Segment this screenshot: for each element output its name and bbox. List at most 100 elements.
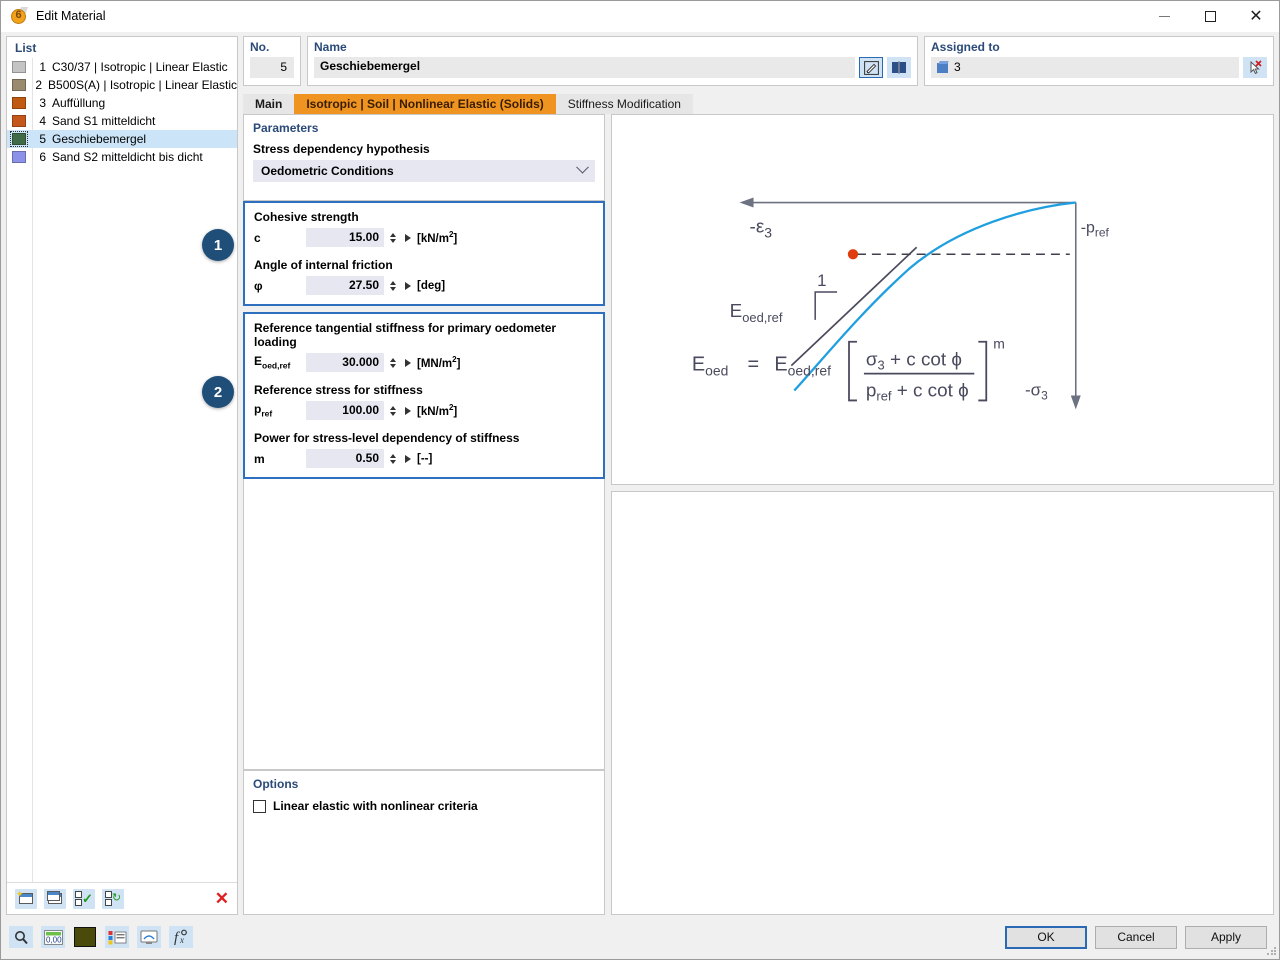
left-column: Parameters Stress dependency hypothesis …: [202, 114, 605, 915]
bottom-bar: 0,00 f x OK Cancel Apply: [1, 915, 1279, 959]
resize-grip[interactable]: [1266, 946, 1276, 956]
svg-text:0,00: 0,00: [46, 935, 62, 944]
edit-name-icon[interactable]: [859, 57, 883, 78]
list-item-selected[interactable]: 5 Geschiebemergel: [7, 130, 237, 148]
eoed-ref-row: Eoed,ref 30.000 [MN/m2]: [254, 353, 594, 372]
assigned-field[interactable]: 3: [931, 57, 1239, 78]
eoed-ref-label: Reference tangential stiffness for prima…: [254, 321, 557, 349]
svg-text:1: 1: [817, 271, 826, 290]
pref-row: pref 100.00 [kN/m2]: [254, 401, 594, 420]
list-item-label: Auffüllung: [52, 96, 106, 110]
tab-main[interactable]: Main: [243, 94, 295, 114]
cancel-button[interactable]: Cancel: [1095, 925, 1177, 949]
list-item-number: 1: [39, 60, 46, 74]
stiffness-parameters-group: 2 Reference tangential stiffness for pri…: [202, 312, 605, 479]
parameters-title: Parameters: [253, 121, 319, 135]
svg-text:σ3 + c cot ϕ: σ3 + c cot ϕ: [866, 350, 962, 373]
friction-angle-input[interactable]: 27.50: [306, 276, 384, 295]
parameters-card: Parameters Stress dependency hypothesis …: [243, 114, 605, 201]
list-item-number: 6: [39, 150, 46, 164]
power-m-unit: [--]: [417, 452, 433, 465]
list-item[interactable]: 6 Sand S2 mitteldicht bis dicht: [7, 148, 237, 166]
numeric-format-icon[interactable]: 0,00: [41, 926, 65, 948]
function-icon[interactable]: f x: [169, 926, 193, 948]
material-color-swatch: [10, 131, 28, 147]
color-swatch-icon[interactable]: [73, 926, 97, 948]
tab-isotropic-soil-nonlinear-elastic[interactable]: Isotropic | Soil | Nonlinear Elastic (So…: [294, 94, 556, 114]
svg-text:-σ3: -σ3: [1025, 380, 1048, 402]
tab-stiffness-modification[interactable]: Stiffness Modification: [555, 94, 693, 114]
pref-label: Reference stress for stiffness: [254, 383, 423, 397]
search-magnifier-icon[interactable]: [9, 926, 33, 948]
refresh-selection-icon[interactable]: ↻: [102, 888, 124, 909]
list-rows: 1 C30/37 | Isotropic | Linear Elastic 2 …: [7, 58, 237, 166]
oedometer-diagram: -ε3 -pref -σ3 1 Eoed,ref Eoed = Eoed,ref…: [611, 114, 1274, 485]
list-item[interactable]: 4 Sand S1 mitteldicht: [7, 112, 237, 130]
cohesive-strength-input[interactable]: 15.00: [306, 228, 384, 247]
cohesive-strength-stepper[interactable]: [390, 232, 399, 243]
legend-icon[interactable]: [105, 926, 129, 948]
pref-symbol: pref: [254, 402, 273, 419]
right-column: -ε3 -pref -σ3 1 Eoed,ref Eoed = Eoed,ref…: [611, 114, 1274, 915]
linear-elastic-label: Linear elastic with nonlinear criteria: [273, 799, 478, 813]
maximize-button[interactable]: [1187, 1, 1233, 32]
close-icon[interactable]: ✕: [1233, 1, 1279, 32]
eoed-ref-unit: [MN/m2]: [417, 355, 461, 370]
power-m-input[interactable]: 0.50: [306, 449, 384, 468]
list-item[interactable]: 2 B500S(A) | Isotropic | Linear Elastic: [7, 76, 237, 94]
linear-elastic-option-row[interactable]: Linear elastic with nonlinear criteria: [253, 799, 595, 813]
main-panel: No. 5 Name Geschiebemergel Assigned to 3…: [202, 36, 1274, 915]
left-column-filler: [243, 479, 605, 770]
pref-stepper[interactable]: [390, 405, 399, 416]
check-selection-icon[interactable]: ✓: [73, 888, 95, 909]
pick-objects-icon[interactable]: [1243, 57, 1267, 78]
window-controls: ✕: [1141, 1, 1279, 32]
new-material-icon[interactable]: ✦: [15, 888, 37, 909]
friction-angle-unit: [deg]: [417, 279, 446, 292]
eoed-ref-symbol: Eoed,ref: [254, 354, 291, 371]
linear-elastic-checkbox[interactable]: [253, 799, 266, 813]
list-item[interactable]: 3 Auffüllung: [7, 94, 237, 112]
friction-angle-label: Angle of internal friction: [254, 258, 393, 272]
list-item-label: C30/37 | Isotropic | Linear Elastic: [52, 60, 228, 74]
strength-parameters-group: 1 Cohesive strength c 15.00 [kN/m2] Angl…: [202, 201, 605, 306]
assigned-group: Assigned to 3: [924, 36, 1274, 86]
cohesive-strength-expand-icon[interactable]: [405, 233, 411, 242]
badge-2: 2: [202, 376, 234, 408]
material-color-swatch: [12, 61, 26, 73]
eoed-ref-stepper[interactable]: [390, 357, 399, 368]
duplicate-material-icon[interactable]: [44, 888, 66, 909]
eoed-ref-input[interactable]: 30.000: [306, 353, 384, 372]
power-m-expand-icon[interactable]: [405, 454, 411, 463]
eoed-ref-expand-icon[interactable]: [405, 358, 411, 367]
svg-text:Eoed: Eoed: [692, 354, 728, 379]
apply-button[interactable]: Apply: [1185, 925, 1267, 949]
minimize-button[interactable]: [1141, 1, 1187, 32]
hypothesis-value: Oedometric Conditions: [261, 164, 394, 178]
cohesive-strength-unit: [kN/m2]: [417, 230, 458, 245]
pref-input[interactable]: 100.00: [306, 401, 384, 420]
name-group: Name Geschiebemergel: [307, 36, 918, 86]
delete-material-icon[interactable]: ✕: [215, 890, 229, 907]
pref-unit: [kN/m2]: [417, 403, 458, 418]
svg-text:-ε3: -ε3: [750, 216, 773, 240]
list-item-number: 4: [39, 114, 46, 128]
name-input[interactable]: Geschiebemergel: [314, 57, 855, 78]
name-legend: Name: [314, 40, 347, 54]
friction-angle-stepper[interactable]: [390, 280, 399, 291]
number-group: No. 5: [243, 36, 301, 86]
material-list-panel: List 1 C30/37 | Isotropic | Linear Elast…: [6, 36, 238, 915]
display-icon[interactable]: [137, 926, 161, 948]
cohesive-strength-row: c 15.00 [kN/m2]: [254, 228, 594, 247]
friction-angle-expand-icon[interactable]: [405, 281, 411, 290]
number-field: 5: [250, 57, 294, 78]
material-sphere-icon: [10, 7, 28, 25]
stress-dependency-hypothesis-select[interactable]: Oedometric Conditions: [253, 160, 595, 182]
list-item[interactable]: 1 C30/37 | Isotropic | Linear Elastic: [7, 58, 237, 76]
ok-button[interactable]: OK: [1005, 925, 1087, 949]
power-m-stepper[interactable]: [390, 453, 399, 464]
pref-expand-icon[interactable]: [405, 406, 411, 415]
chevron-down-icon: [576, 160, 589, 174]
list-item-label: Geschiebemergel: [52, 132, 147, 146]
material-library-icon[interactable]: [887, 57, 911, 78]
